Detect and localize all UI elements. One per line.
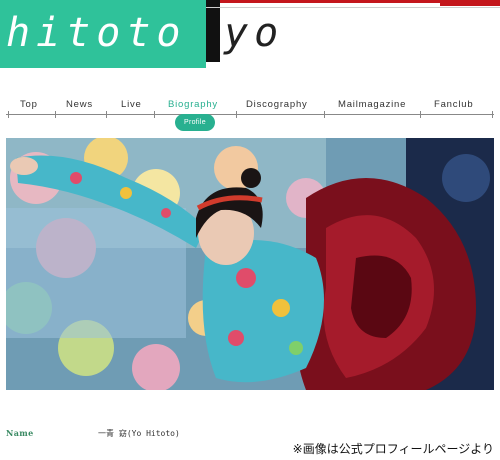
nav-item-discography[interactable]: Discography (246, 99, 308, 110)
profile-label-name: Name (6, 428, 34, 438)
logo-red-stripe-thick (440, 0, 500, 6)
nav-item-live[interactable]: Live (121, 99, 142, 110)
logo-text-hitoto: hitoto (6, 10, 187, 56)
logo-text-yo: yo (224, 10, 285, 56)
main-nav: Top News Live Biography Discography Mail… (0, 94, 500, 134)
nav-tick (154, 111, 155, 118)
nav-tick (106, 111, 107, 118)
nav-tick (492, 111, 493, 118)
hero-photo (6, 138, 494, 390)
profile-row-name: Name 一青 窈(Yo Hitoto) (6, 428, 306, 442)
image-source-caption: ※画像は公式プロフィールページより (292, 442, 494, 456)
nav-tick (420, 111, 421, 118)
nav-item-fanclub[interactable]: Fanclub (434, 99, 473, 110)
nav-item-news[interactable]: News (66, 99, 93, 110)
nav-item-mailmagazine[interactable]: Mailmagazine (338, 99, 406, 110)
nav-tick (8, 111, 9, 118)
profile-value-name: 一青 窈(Yo Hitoto) (98, 429, 180, 438)
header-divider (206, 7, 500, 8)
nav-item-biography[interactable]: Biography (168, 99, 218, 110)
site-header: hitoto yo (0, 0, 500, 78)
nav-tick (55, 111, 56, 118)
site-logo[interactable]: hitoto (0, 0, 206, 68)
logo-accent-bar (206, 0, 220, 62)
sub-tab-profile[interactable]: Profile (175, 114, 215, 131)
nav-tick (324, 111, 325, 118)
nav-item-top[interactable]: Top (20, 99, 38, 110)
nav-tick (236, 111, 237, 118)
